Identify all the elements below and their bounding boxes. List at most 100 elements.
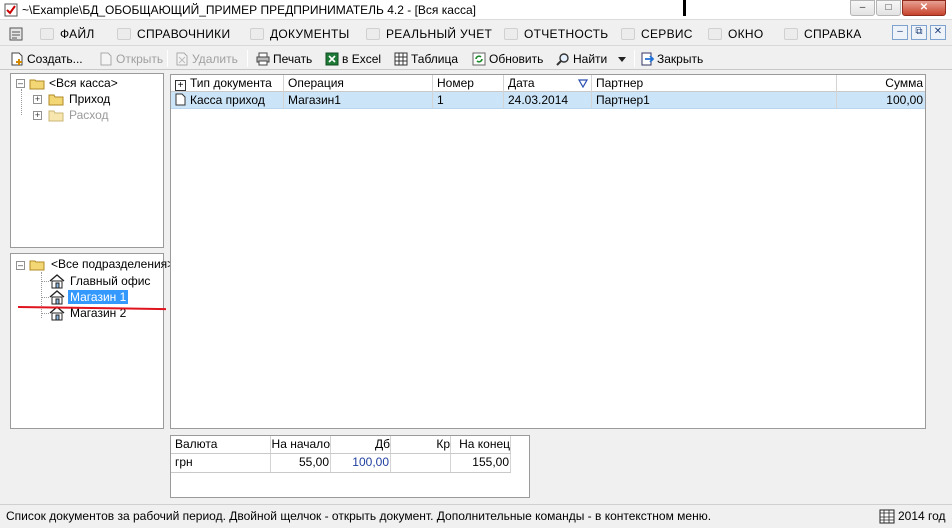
window-menu-icon (708, 28, 722, 40)
toolbar: Создать... Открыть Удалить Печать в Exce… (0, 46, 952, 70)
dept-root-expander[interactable]: – (16, 261, 25, 270)
minimize-window-button[interactable]: – (850, 0, 875, 16)
tree-connector (21, 89, 22, 115)
menu-references[interactable]: СПРАВОЧНИКИ (117, 27, 230, 41)
cell-partner: Партнер1 (592, 92, 837, 108)
tree-connector (41, 313, 49, 314)
cell-date: 24.03.2014 (504, 92, 592, 108)
help-menu-icon (784, 28, 798, 40)
menu-documents[interactable]: ДОКУМЕНТЫ (250, 27, 350, 41)
mdi-restore-button[interactable]: ⧉ (911, 25, 927, 40)
status-text: Список документов за рабочий период. Дво… (6, 509, 712, 523)
cash-tree-expense[interactable]: Расход (69, 108, 109, 122)
mdi-close-button[interactable]: ✕ (930, 25, 946, 40)
balance-cell-currency: грн (171, 454, 271, 472)
folder-open-icon (29, 79, 45, 90)
document-window-icon[interactable] (8, 26, 24, 42)
toolbar-separator (167, 50, 168, 67)
cell-sum: 100,00 (886, 93, 923, 107)
cash-root-expander[interactable]: – (16, 79, 25, 88)
mdi-minimize-button[interactable]: – (892, 25, 908, 40)
column-header-operation[interactable]: Операция (284, 75, 433, 92)
balance-cell-start: 55,00 (271, 454, 331, 472)
cell-operation: Магазин1 (284, 92, 433, 108)
column-header-number[interactable]: Номер (433, 75, 504, 92)
title-bar: ~\Example\БД_ОБОБЩАЮЩИЙ_ПРИМЕР ПРЕДПРИНИ… (0, 0, 952, 20)
balance-grid: Валюта На начало Дб Кр На конец грн 55,0… (170, 435, 530, 498)
income-expander[interactable]: + (33, 95, 42, 104)
tree-connector (41, 272, 42, 318)
menu-service[interactable]: СЕРВИС (621, 27, 693, 41)
file-menu-icon (40, 28, 54, 40)
create-button[interactable]: Создать... (10, 50, 83, 67)
menu-help[interactable]: СПРАВКА (784, 27, 862, 41)
house-icon (49, 290, 65, 305)
document-icon (175, 93, 186, 106)
cash-tree-income[interactable]: Приход (69, 92, 110, 106)
expand-all-icon[interactable]: + (175, 80, 186, 91)
table-icon (394, 52, 408, 65)
sort-descending-icon (578, 79, 588, 88)
search-icon (556, 52, 569, 66)
column-header-sum[interactable]: Сумма (837, 75, 925, 92)
printer-icon (256, 52, 270, 65)
cash-tree-root[interactable]: <Вся касса> (49, 76, 118, 90)
print-button[interactable]: Печать (256, 50, 312, 67)
maximize-window-button[interactable]: □ (876, 0, 901, 16)
delete-document-icon (176, 52, 188, 65)
service-menu-icon (621, 28, 635, 40)
column-header-partner[interactable]: Партнер (592, 75, 837, 92)
real-accounting-menu-icon (366, 28, 380, 40)
refresh-icon (472, 52, 486, 65)
balance-cell-end: 155,00 (451, 454, 511, 472)
tree-connector (41, 281, 49, 282)
table-button[interactable]: Таблица (394, 50, 458, 67)
column-header-type[interactable]: + Тип документа (171, 75, 284, 92)
folder-icon (48, 110, 64, 122)
cell-type: Касса приход (171, 92, 284, 108)
close-window-button[interactable]: ✕ (902, 0, 946, 16)
toolbar-separator (247, 50, 248, 67)
new-document-icon (11, 52, 23, 65)
find-options-dropdown[interactable] (617, 50, 627, 67)
app-icon (4, 3, 18, 17)
balance-cell-credit (391, 454, 451, 472)
reports-menu-icon (504, 28, 518, 40)
refresh-button[interactable]: Обновить (472, 50, 543, 67)
documents-grid: + Тип документа Операция Номер Дата Партн… (170, 74, 926, 429)
references-menu-icon (117, 28, 131, 40)
working-period-year[interactable]: 2014 год (898, 509, 946, 523)
close-button[interactable]: Закрыть (640, 50, 703, 67)
open-document-icon (100, 52, 112, 65)
status-bar: Список документов за рабочий период. Дво… (0, 504, 952, 528)
export-excel-button[interactable]: в Excel (325, 50, 381, 67)
window-title: ~\Example\БД_ОБОБЩАЮЩИЙ_ПРИМЕР ПРЕДПРИНИ… (22, 3, 476, 17)
column-header-date[interactable]: Дата (504, 75, 592, 92)
grid-header: + Тип документа Операция Номер Дата Партн… (171, 75, 925, 92)
table-row[interactable]: Касса приход Магазин1 1 24.03.2014 Партн… (171, 92, 925, 109)
dept-tree-main-office[interactable]: Главный офис (70, 274, 150, 288)
menu-bar: ФАЙЛ СПРАВОЧНИКИ ДОКУМЕНТЫ РЕАЛЬНЫЙ УЧЕТ… (0, 22, 952, 46)
menu-window[interactable]: ОКНО (708, 27, 764, 41)
department-tree-panel: – <Все подразделения> Главный офис Магаз… (10, 253, 174, 429)
menu-real-accounting[interactable]: РЕАЛЬНЫЙ УЧЕТ (366, 27, 492, 41)
balance-cell-debit: 100,00 (331, 454, 391, 472)
chevron-down-icon (618, 56, 626, 62)
tree-connector (41, 297, 49, 298)
table-row[interactable]: грн 55,00 100,00 155,00 (171, 436, 511, 473)
dept-tree-shop-1[interactable]: Магазин 1 (68, 290, 129, 304)
expense-expander[interactable]: + (33, 111, 42, 120)
cash-tree-panel: – <Вся касса> + Приход + Расход (10, 73, 164, 248)
toolbar-separator (634, 50, 635, 67)
exit-icon (641, 52, 654, 65)
house-icon (49, 274, 65, 289)
find-button[interactable]: Найти (556, 50, 607, 67)
documents-menu-icon (250, 28, 264, 40)
cell-number: 1 (433, 92, 504, 108)
excel-icon (325, 52, 339, 65)
menu-file[interactable]: ФАЙЛ (40, 27, 95, 41)
menu-reports[interactable]: ОТЧЕТНОСТЬ (504, 27, 608, 41)
delete-button[interactable]: Удалить (175, 50, 238, 67)
open-button[interactable]: Открыть (99, 50, 163, 67)
dept-tree-root[interactable]: <Все подразделения> (51, 257, 174, 271)
